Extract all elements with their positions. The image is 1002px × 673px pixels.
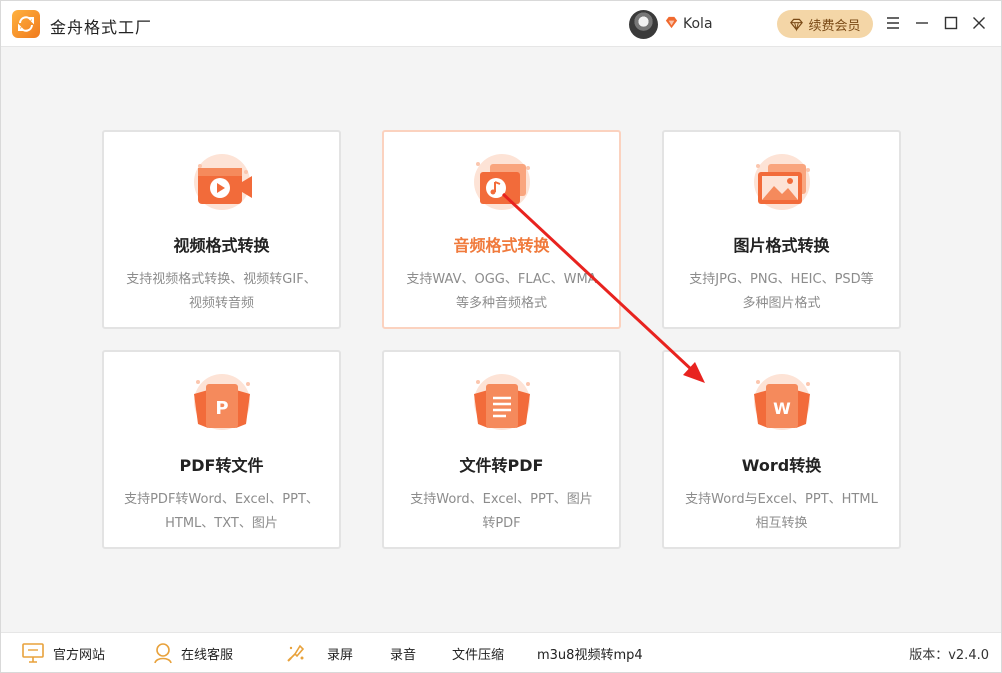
close-icon[interactable]: [970, 14, 988, 32]
video-camera-icon: [194, 154, 252, 210]
card-pdf-to-file[interactable]: P PDF转文件 支持PDF转Word、Excel、PPT、 HTML、TXT、…: [102, 350, 341, 549]
m3u8-to-mp4-link[interactable]: m3u8视频转mp4: [537, 644, 643, 663]
minimize-icon[interactable]: [913, 14, 931, 32]
card-file-to-pdf[interactable]: 文件转PDF 支持Word、Excel、PPT、图片 转PDF: [382, 350, 621, 549]
card-description: 支持WAV、OGG、FLAC、WMA 等多种音频格式: [396, 268, 607, 316]
document-icon: [474, 374, 530, 430]
word-w-icon: W: [754, 374, 810, 430]
title-bar: 金舟格式工厂 Kola 续费会员: [1, 1, 1001, 47]
card-title: 音频格式转换: [453, 236, 550, 255]
desc-line: 支持Word、Excel、PPT、图片: [410, 492, 593, 507]
official-site-link[interactable]: 官方网站: [21, 642, 105, 664]
vip-diamond-icon: [665, 16, 678, 29]
pdf-p-icon: P: [194, 374, 250, 430]
app-title: 金舟格式工厂: [50, 18, 153, 37]
desc-line: 等多种音频格式: [455, 296, 547, 311]
card-description: 支持PDF转Word、Excel、PPT、 HTML、TXT、图片: [116, 488, 327, 536]
maximize-icon[interactable]: [942, 14, 960, 32]
record-screen-link[interactable]: 录屏: [327, 644, 353, 663]
desc-line: 支持视频格式转换、视频转GIF、: [126, 272, 317, 287]
desc-line: 多种图片格式: [742, 296, 821, 311]
monitor-icon: [22, 643, 44, 663]
annotation-arrow: [501, 192, 705, 383]
desc-line: HTML、TXT、图片: [165, 516, 278, 531]
card-word-convert[interactable]: W Word转换 支持Word与Excel、PPT、HTML 相互转换: [662, 350, 901, 549]
bottom-bar: 官方网站 在线客服 录屏 录音 文件压缩 m3u8视频转mp4 版本：v2.4.…: [1, 632, 1001, 672]
word-letter: W: [773, 399, 791, 418]
desc-line: 视频转音频: [188, 296, 254, 311]
card-video-convert[interactable]: 视频格式转换 支持视频格式转换、视频转GIF、 视频转音频: [102, 130, 341, 329]
file-compress-label: 文件压缩: [452, 648, 505, 663]
renew-label: 续费会员: [808, 18, 861, 34]
desc-line: 转PDF: [482, 516, 521, 531]
card-title: 视频格式转换: [173, 236, 270, 255]
image-icon: [754, 154, 810, 210]
online-service-link[interactable]: 在线客服: [153, 642, 233, 664]
card-title: 图片格式转换: [733, 236, 830, 255]
user-avatar[interactable]: [629, 10, 658, 39]
card-title: 文件转PDF: [459, 456, 544, 475]
card-description: 支持Word、Excel、PPT、图片 转PDF: [396, 488, 607, 536]
card-description: 支持视频格式转换、视频转GIF、 视频转音频: [116, 268, 327, 316]
desc-line: 支持JPG、PNG、HEIC、PSD等: [689, 272, 874, 287]
m3u8-label: m3u8视频转mp4: [537, 648, 643, 663]
online-service-label: 在线客服: [181, 647, 234, 663]
official-site-label: 官方网站: [53, 647, 106, 663]
menu-icon[interactable]: [884, 14, 902, 32]
card-title: Word转换: [741, 456, 822, 475]
desc-line: 支持WAV、OGG、FLAC、WMA: [406, 272, 597, 287]
desc-line: 相互转换: [755, 516, 808, 531]
card-image-convert[interactable]: 图片格式转换 支持JPG、PNG、HEIC、PSD等 多种图片格式: [662, 130, 901, 329]
card-title: PDF转文件: [179, 456, 264, 475]
desc-line: 支持Word与Excel、PPT、HTML: [685, 492, 878, 507]
record-audio-label: 录音: [390, 648, 417, 663]
desc-line: 支持PDF转Word、Excel、PPT、: [124, 492, 319, 507]
brush-tool-icon: [287, 644, 305, 662]
renew-membership-button[interactable]: 续费会员: [777, 10, 873, 38]
music-note-icon: [474, 154, 530, 210]
app-window: 金舟格式工厂 Kola 续费会员 视频格式转换 支持视频格式转换、视频转GIF、…: [0, 0, 1002, 673]
record-screen-label: 录屏: [327, 648, 354, 663]
app-logo-icon: [12, 10, 40, 38]
card-description: 支持Word与Excel、PPT、HTML 相互转换: [676, 488, 887, 536]
username[interactable]: Kola: [683, 16, 713, 32]
tools-icon-wrap: [285, 642, 307, 664]
customer-service-icon: [154, 643, 172, 664]
version-text: 版本：v2.4.0: [909, 648, 989, 663]
card-description: 支持JPG、PNG、HEIC、PSD等 多种图片格式: [676, 268, 887, 316]
file-compress-link[interactable]: 文件压缩: [452, 644, 504, 663]
record-audio-link[interactable]: 录音: [390, 644, 416, 663]
card-audio-convert[interactable]: 音频格式转换 支持WAV、OGG、FLAC、WMA 等多种音频格式: [382, 130, 621, 329]
diamond-icon: [790, 18, 804, 31]
pdf-letter: P: [215, 398, 228, 419]
